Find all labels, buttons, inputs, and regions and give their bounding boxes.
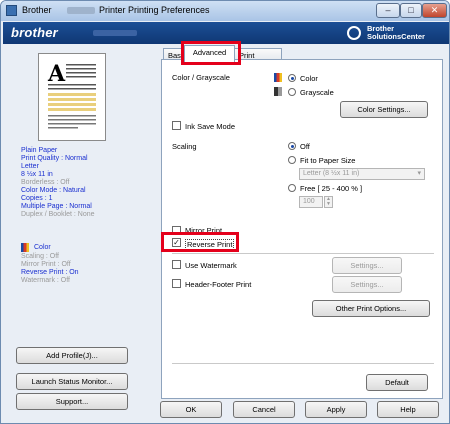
ink-save-label: Ink Save Mode [185,122,236,131]
grayscale-radio-label: Grayscale [300,88,334,97]
settings-summary-panel: A Plain Paper Print Quality : Normal Let… [11,49,154,419]
summary-copies: Copies : 1 [21,195,53,202]
chevron-down-icon: ▾ [417,170,421,177]
maximize-button[interactable]: □ [400,3,422,18]
apply-button[interactable]: Apply [305,401,367,418]
color-radio[interactable] [288,74,296,82]
scaling-label: Scaling [172,142,197,151]
summary-mirror: Mirror Print : Off [21,261,71,268]
header-footer-settings-button[interactable]: Settings... [332,276,402,293]
use-watermark-label: Use Watermark [185,261,237,270]
advanced-tab-highlight [181,41,241,65]
help-button[interactable]: Help [377,401,439,418]
summary-size: Letter [21,163,39,170]
color-settings-button[interactable]: Color Settings... [340,101,428,118]
printer-icon [6,5,17,16]
solutions-line2: SolutionsCenter [367,32,425,41]
summary-reverse: Reverse Print : On [21,269,79,276]
ink-save-checkbox[interactable] [172,121,181,130]
grayscale-radio[interactable] [288,88,296,96]
advanced-tab-pane: Color / Grayscale Color Grayscale Color … [161,59,443,399]
solutions-center-icon [347,26,361,40]
color-grayscale-label: Color / Grayscale [172,73,230,82]
scaling-off-radio[interactable] [288,142,296,150]
window-title: Brother [22,5,52,15]
blurred-model-name [67,7,95,14]
fit-to-paper-radio[interactable] [288,156,296,164]
support-button[interactable]: Support... [16,393,128,410]
summary-paper: Plain Paper [21,147,58,154]
color-mode-icon [21,243,29,252]
window-title-suffix: Printer Printing Preferences [99,5,210,15]
ok-button[interactable]: OK [160,401,222,418]
summary-multipage: Multiple Page : Normal [21,203,92,210]
summary-dims: 8 ½x 11 in [21,171,53,178]
summary-quality: Print Quality : Normal [21,155,88,162]
title-prefix: Brother [22,5,52,15]
summary-duplex: Duplex / Booklet : None [21,211,95,218]
summary-color: Color [34,244,51,251]
cancel-button[interactable]: Cancel [233,401,295,418]
other-print-options-button[interactable]: Other Print Options... [312,300,430,317]
close-button[interactable]: ✕ [422,3,447,18]
fit-to-paper-label: Fit to Paper Size [300,156,356,165]
add-profile-button[interactable]: Add Profile(J)... [16,347,128,364]
divider [172,253,434,254]
brother-logo: brother [11,25,58,40]
scaling-off-label: Off [300,142,310,151]
summary-borderless: Borderless : Off [21,179,70,186]
launch-status-monitor-button[interactable]: Launch Status Monitor... [16,373,128,390]
summary-colormode: Color Mode : Natural [21,187,86,194]
blurred-model-banner [93,30,137,36]
free-scaling-input[interactable]: 100 [299,196,323,208]
reverse-print-highlight [161,232,239,252]
free-scaling-label: Free [ 25 - 400 % ] [300,184,363,193]
color-icon [274,73,282,82]
summary-watermark: Watermark : Off [21,277,71,284]
page-preview-graphic: A [47,61,96,129]
color-radio-label: Color [300,74,318,83]
page-preview: A [38,53,106,141]
free-scaling-value: 100 [303,198,315,205]
free-scaling-radio[interactable] [288,184,296,192]
header-footer-label: Header-Footer Print [185,280,252,289]
grayscale-icon [274,87,282,96]
fit-paper-size-value: Letter (8 ½x 11 in) [303,170,360,177]
fit-paper-size-select[interactable]: Letter (8 ½x 11 in) ▾ [299,168,425,180]
use-watermark-checkbox[interactable] [172,260,181,269]
title-bar: Brother Printer Printing Preferences – □… [1,1,449,21]
header-footer-checkbox[interactable] [172,279,181,288]
summary-scaling: Scaling : Off [21,253,60,260]
minimize-button[interactable]: – [376,3,400,18]
divider-bottom [172,363,434,364]
svg-text:A: A [47,61,66,87]
solutions-center-link[interactable]: Brother SolutionsCenter [347,24,443,42]
default-button[interactable]: Default [366,374,428,391]
printing-preferences-window: Brother Printer Printing Preferences – □… [0,0,450,424]
watermark-settings-button[interactable]: Settings... [332,257,402,274]
free-scaling-spinner[interactable]: ▲ ▼ [324,196,333,208]
